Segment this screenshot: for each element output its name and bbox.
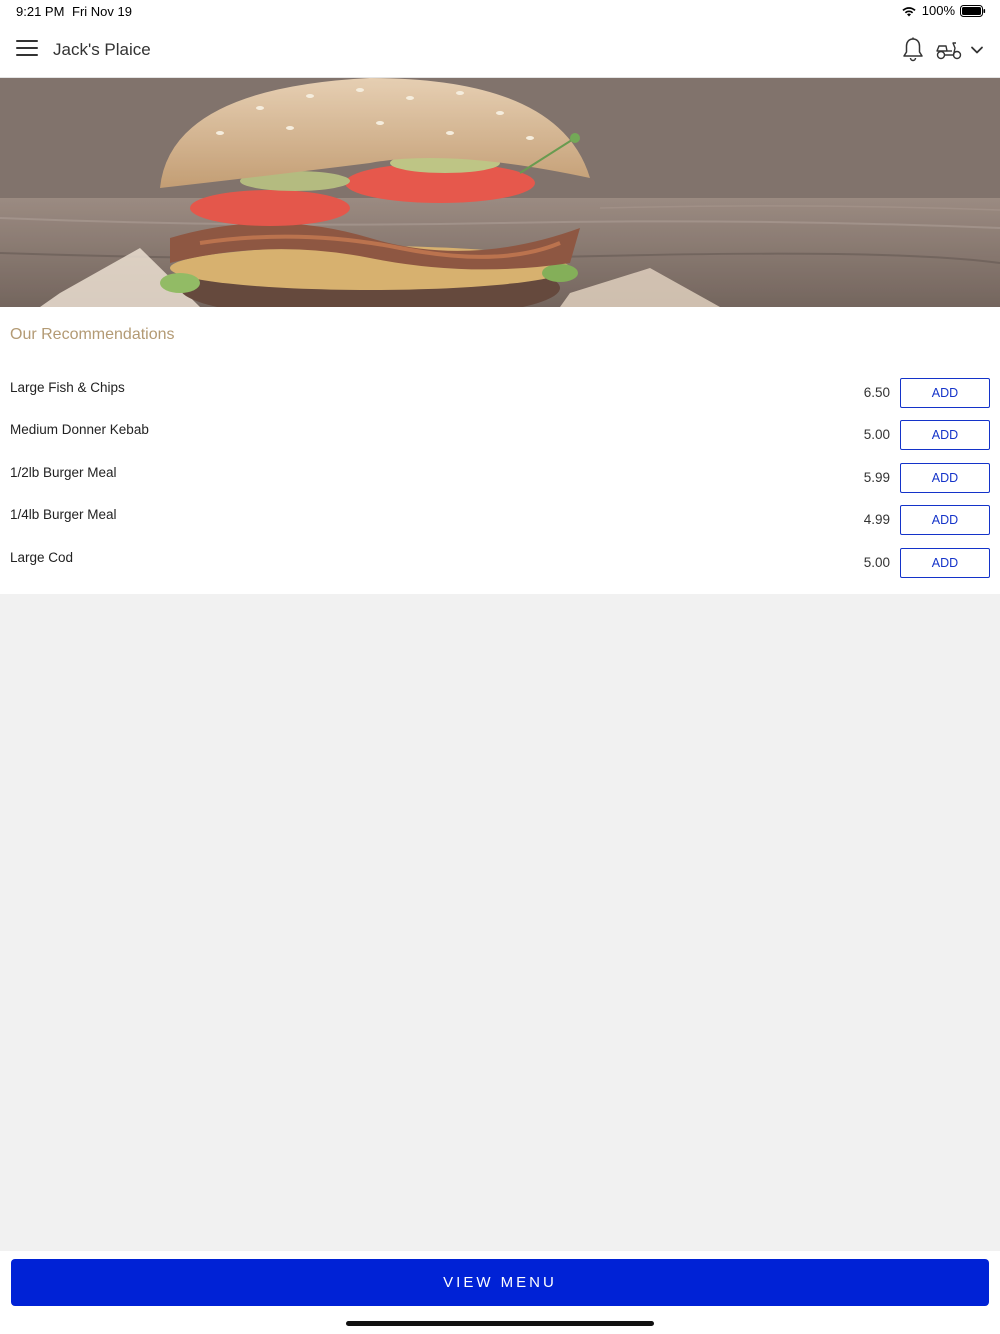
add-button[interactable]: ADD <box>900 505 990 535</box>
list-item: 1/4lb Burger Meal 4.99 ADD <box>0 505 1000 545</box>
status-date: Fri Nov 19 <box>72 4 132 19</box>
bell-icon[interactable] <box>902 37 924 63</box>
recommendations-section: Our Recommendations Large Fish & Chips 6… <box>0 307 1000 594</box>
item-price: 5.99 <box>863 470 890 485</box>
item-name: 1/2lb Burger Meal <box>10 465 117 480</box>
recommendations-title: Our Recommendations <box>10 326 175 343</box>
list-item: Medium Donner Kebab 5.00 ADD <box>0 420 1000 460</box>
add-button[interactable]: ADD <box>900 463 990 493</box>
item-name: Large Cod <box>10 550 74 565</box>
list-item: Large Cod 5.00 ADD <box>0 548 1000 588</box>
item-name: Large Fish & Chips <box>10 380 125 395</box>
item-name: Medium Donner Kebab <box>10 422 149 437</box>
item-price: 4.99 <box>863 512 890 527</box>
menu-icon[interactable] <box>16 40 38 60</box>
list-item: 1/2lb Burger Meal 5.99 ADD <box>0 463 1000 503</box>
scooter-icon[interactable] <box>935 39 963 61</box>
bottom-bar: VIEW MENU <box>0 1251 1000 1334</box>
battery-percent: 100% <box>921 3 955 18</box>
add-button[interactable]: ADD <box>900 420 990 450</box>
wifi-icon <box>901 5 917 17</box>
battery-icon <box>960 4 986 17</box>
item-price: 6.50 <box>863 385 890 400</box>
status-bar: 9:21 PM Fri Nov 19 100% <box>0 0 1000 22</box>
hero-burger-image <box>0 78 1000 307</box>
app-header: Jack's Plaice <box>0 22 1000 78</box>
item-name: 1/4lb Burger Meal <box>10 507 117 522</box>
item-price: 5.00 <box>863 555 890 570</box>
home-indicator <box>346 1321 654 1326</box>
add-button[interactable]: ADD <box>900 378 990 408</box>
status-right: 100% <box>901 3 986 18</box>
view-menu-button[interactable]: VIEW MENU <box>11 1259 989 1306</box>
status-time: 9:21 PM <box>16 4 65 19</box>
chevron-down-icon[interactable] <box>970 43 984 57</box>
store-name: Jack's Plaice <box>53 40 151 59</box>
add-button[interactable]: ADD <box>900 548 990 578</box>
item-price: 5.00 <box>863 427 890 442</box>
list-item: Large Fish & Chips 6.50 ADD <box>0 378 1000 418</box>
